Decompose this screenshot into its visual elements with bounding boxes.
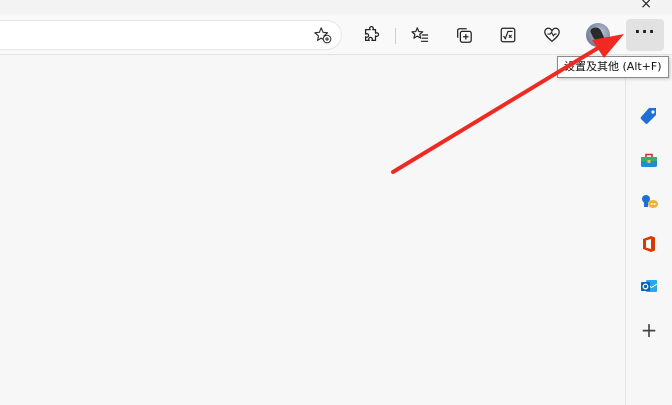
star-list-icon[interactable] <box>407 22 433 48</box>
add-favorite-icon[interactable] <box>314 26 332 44</box>
toolbar-divider <box>395 28 396 44</box>
profile-avatar[interactable] <box>586 23 610 47</box>
sidebar: + <box>625 55 672 405</box>
toolbox-icon[interactable] <box>638 149 660 171</box>
settings-and-more-button[interactable]: ··· <box>626 19 664 51</box>
collections-icon[interactable] <box>451 22 477 48</box>
title-bar: × <box>0 0 672 14</box>
page-content <box>0 55 625 405</box>
heartbeat-icon[interactable] <box>539 22 565 48</box>
puzzle-icon[interactable] <box>358 22 384 48</box>
tag-icon[interactable] <box>638 105 660 127</box>
browser-toolbar: ··· <box>0 14 672 55</box>
math-solver-icon[interactable] <box>495 22 521 48</box>
games-icon[interactable] <box>638 191 660 213</box>
close-icon[interactable]: × <box>640 0 652 12</box>
address-bar[interactable] <box>0 20 342 50</box>
more-icon: ··· <box>634 22 656 41</box>
add-sidebar-item-button[interactable]: + <box>638 319 660 341</box>
settings-tooltip: 设置及其他 (Alt+F) <box>557 56 669 78</box>
outlook-icon[interactable] <box>638 275 660 297</box>
office-icon[interactable] <box>638 233 660 255</box>
